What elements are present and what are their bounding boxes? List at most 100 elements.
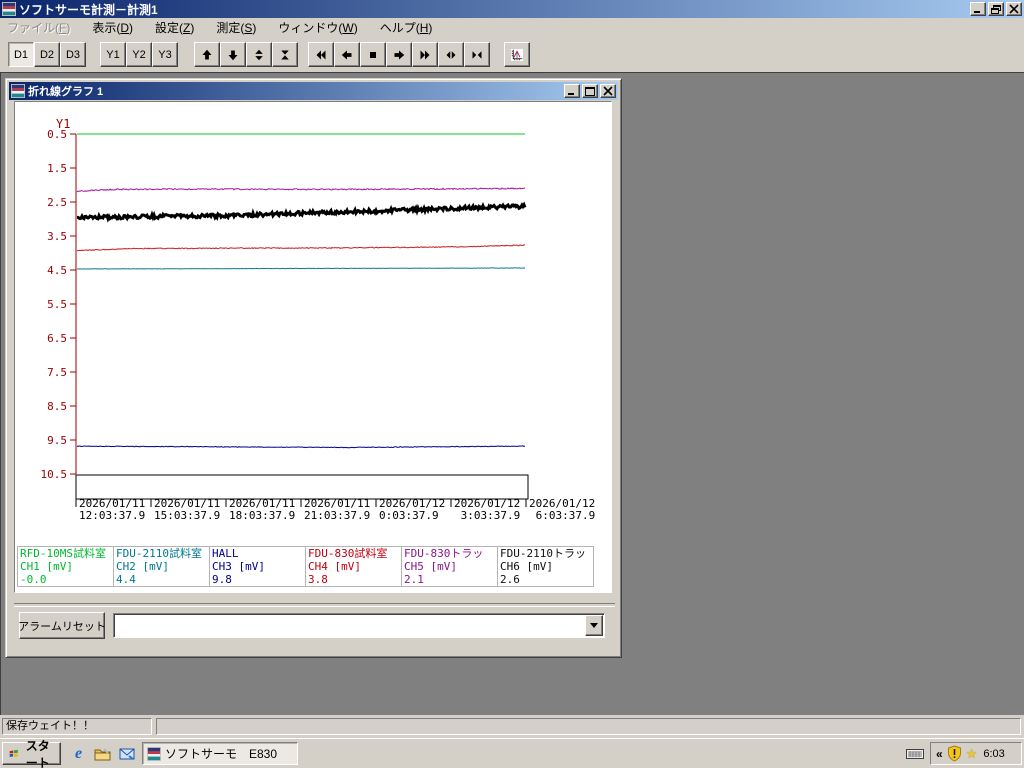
toolbar-button-y3[interactable]: Y3 — [152, 42, 178, 67]
taskbar-task-softthermo[interactable]: ソフトサーモ E830 — [142, 742, 298, 765]
menu-item-window[interactable]: ウィンドウ(W) — [271, 18, 364, 37]
start-label: スタート — [25, 738, 50, 768]
legend-device-name: FDU-2110トラッ — [500, 547, 586, 560]
toolbar-button-scroll-down[interactable] — [220, 42, 246, 67]
app-icon — [147, 746, 161, 761]
menu-item-settings[interactable]: 設定(Z) — [148, 18, 201, 37]
svg-text:10.5: 10.5 — [41, 468, 68, 481]
desktop: ソフトサーモ計測－計測1 ファイル(F) 表示(D) 設定(Z) 測定(S) ウィンドウ… — [0, 0, 1024, 768]
legend-channel-label: CH3 [mV] — [212, 560, 265, 573]
close-icon — [603, 86, 613, 96]
svg-text:8.5: 8.5 — [47, 400, 67, 413]
compress-horizontal-icon — [472, 50, 482, 59]
toolbar-button-step-back[interactable] — [334, 42, 360, 67]
legend-device-name: HALL — [212, 547, 239, 560]
toolbar-button-scroll-up[interactable] — [194, 42, 220, 67]
toolbar-button-d1[interactable]: D1 — [8, 42, 34, 67]
step-forward-icon — [394, 50, 405, 59]
tray-clock[interactable]: 6:03 — [983, 748, 1004, 760]
svg-text:7.5: 7.5 — [47, 366, 67, 379]
legend-channel-value: -0.0 — [20, 573, 47, 586]
toolbar-button-fast-forward[interactable] — [412, 42, 438, 67]
toolbar-button-expand-vertical[interactable] — [246, 42, 272, 67]
quick-launch: e — [70, 744, 135, 764]
channel-legend: RFD-10MS試料室 CH1 [mV] -0.0 FDU-2110試料室 CH2 [m… — [17, 546, 594, 587]
outlook-express-icon[interactable] — [118, 746, 135, 763]
svg-text:3:03:37.9: 3:03:37.9 — [454, 509, 520, 522]
task-label: ソフトサーモ E830 — [165, 747, 278, 761]
toolbar-button-y2[interactable]: Y2 — [126, 42, 152, 67]
close-icon — [1009, 4, 1019, 14]
legend-device-name: FDU-2110試料室 — [116, 547, 202, 560]
toolbar-button-rewind[interactable] — [308, 42, 334, 67]
toolbar-button-d2[interactable]: D2 — [34, 42, 60, 67]
graph-window-title: 折れ線グラフ 1 — [28, 86, 104, 98]
legend-channel-label: CH6 [mV] — [500, 560, 553, 573]
show-desktop-icon[interactable] — [94, 746, 111, 763]
child-minimize-button[interactable] — [564, 84, 580, 98]
restore-button[interactable] — [988, 2, 1004, 16]
toolbar-button-step-forward[interactable] — [386, 42, 412, 67]
legend-channel-2: FDU-2110試料室 CH2 [mV] 4.4 — [113, 546, 210, 587]
legend-channel-value: 2.6 — [500, 573, 520, 586]
toolbar-button-compress-horizontal[interactable] — [464, 42, 490, 67]
menu-item-help[interactable]: ヘルプ(H) — [373, 18, 440, 37]
toolbar-button-line-chart[interactable] — [504, 42, 530, 67]
child-close-button[interactable] — [600, 84, 616, 98]
toolbar-button-d3[interactable]: D3 — [60, 42, 86, 67]
windows-logo-icon — [9, 749, 18, 757]
legend-channel-5: FDU-830トラッ CH5 [mV] 2.1 — [401, 546, 498, 587]
combobox-value[interactable] — [116, 616, 584, 635]
legend-channel-1: RFD-10MS試料室 CH1 [mV] -0.0 — [17, 546, 114, 587]
line-chart: Y10.51.52.53.54.55.56.57.58.59.510.52026… — [41, 117, 596, 522]
minimize-icon — [974, 11, 980, 13]
legend-channel-label: CH5 [mV] — [404, 560, 457, 573]
legend-channel-label: CH2 [mV] — [116, 560, 169, 573]
expand-vertical-icon — [255, 49, 263, 60]
legend-channel-value: 2.1 — [404, 573, 424, 586]
svg-text:21:03:37.9: 21:03:37.9 — [304, 509, 370, 522]
child-maximize-button[interactable] — [582, 84, 598, 98]
legend-channel-6: FDU-2110トラッ CH6 [mV] 2.6 — [497, 546, 594, 587]
shield-alert-icon[interactable] — [947, 745, 962, 762]
star-icon[interactable]: ★ — [966, 746, 978, 762]
toolbar-button-compress-vertical[interactable] — [272, 42, 298, 67]
minimize-button[interactable] — [970, 2, 986, 16]
combobox-dropdown-button[interactable] — [585, 615, 603, 636]
tray-chevrons[interactable]: « — [936, 747, 943, 761]
alarm-reset-button[interactable]: アラームリセット — [18, 612, 106, 639]
svg-text:12:03:37.9: 12:03:37.9 — [79, 509, 145, 522]
legend-channel-3: HALL CH3 [mV] 9.8 — [209, 546, 306, 587]
legend-channel-label: CH4 [mV] — [308, 560, 361, 573]
toolbar-button-expand-horizontal[interactable] — [438, 42, 464, 67]
ie-icon[interactable]: e — [70, 745, 87, 763]
app-icon — [2, 2, 16, 16]
menu-bar: ファイル(F) 表示(D) 設定(Z) 測定(S) ウィンドウ(W) ヘルプ(H) — [0, 18, 1024, 37]
menu-item-view[interactable]: 表示(D) — [85, 18, 140, 37]
legend-channel-value: 4.4 — [116, 573, 136, 586]
status-panel-empty — [156, 718, 1021, 735]
toolbar-button-stop[interactable] — [360, 42, 386, 67]
minimize-icon — [568, 93, 574, 95]
keyboard-icon[interactable] — [906, 747, 924, 760]
legend-device-name: RFD-10MS試料室 — [20, 547, 106, 560]
legend-channel-value: 3.8 — [308, 573, 328, 586]
svg-text:6.5: 6.5 — [47, 332, 67, 345]
menu-item-file: ファイル(F) — [7, 21, 71, 35]
legend-device-name: FDU-830試料室 — [308, 547, 388, 560]
svg-text:5.5: 5.5 — [47, 298, 67, 311]
graph-window-titlebar[interactable]: 折れ線グラフ 1 — [9, 82, 618, 100]
stop-icon — [370, 51, 376, 58]
graph-window-icon — [11, 84, 25, 98]
message-combobox[interactable] — [113, 613, 605, 638]
svg-text:2.5: 2.5 — [47, 196, 67, 209]
toolbar-button-y1[interactable]: Y1 — [100, 42, 126, 67]
menu-item-measure[interactable]: 測定(S) — [209, 18, 263, 37]
svg-text:9.5: 9.5 — [47, 434, 67, 447]
legend-channel-4: FDU-830試料室 CH4 [mV] 3.8 — [305, 546, 402, 587]
svg-text:18:03:37.9: 18:03:37.9 — [229, 509, 295, 522]
taskbar: スタート e ソフトサーモ E830 « ★ 6:03 — [0, 738, 1024, 768]
rewind-icon — [316, 50, 326, 59]
start-button[interactable]: スタート — [2, 739, 61, 768]
close-button[interactable] — [1006, 2, 1022, 16]
